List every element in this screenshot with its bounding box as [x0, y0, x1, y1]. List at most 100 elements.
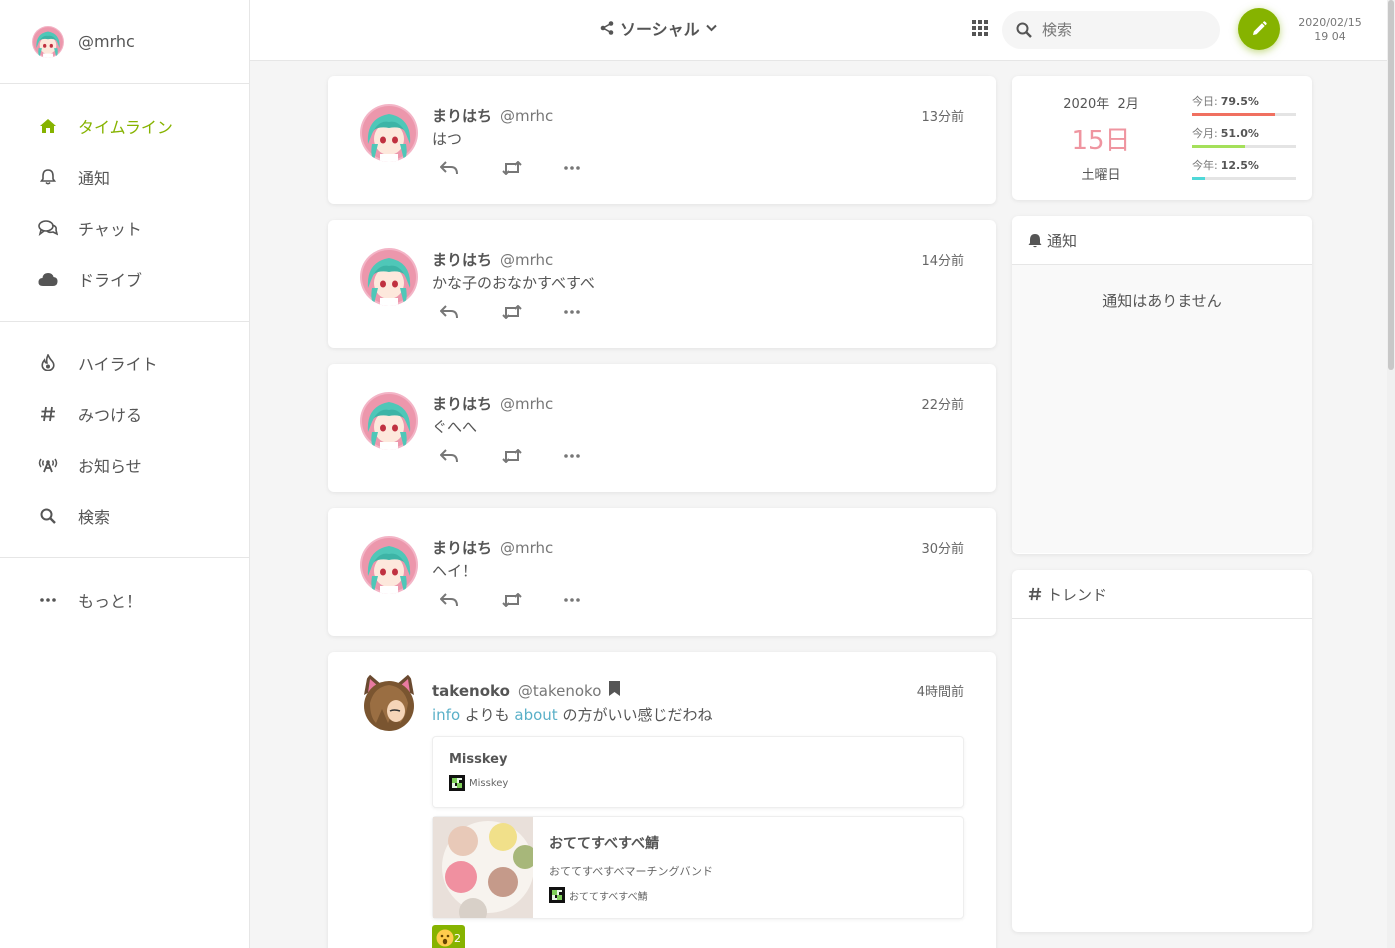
sidebar-item-timeline[interactable]: タイムライン [0, 100, 249, 151]
progress-value: 12.5% [1220, 159, 1259, 172]
search-icon [38, 506, 58, 526]
widget-title: トレンド [1047, 585, 1108, 604]
timeline-selector[interactable]: ソーシャル [600, 16, 717, 40]
note: まりはち @mrhc 14分前 かな子のおなかすべすべ [328, 220, 996, 348]
year-progress: 今年: 12.5% [1192, 157, 1296, 189]
reply-button[interactable] [432, 161, 494, 175]
note-author-name[interactable]: まりはち [432, 105, 492, 126]
note-author-name[interactable]: takenoko [432, 682, 510, 700]
note-author-handle[interactable]: @mrhc [500, 251, 553, 269]
renote-button[interactable] [494, 593, 556, 607]
note-timestamp[interactable]: 22分前 [921, 394, 964, 413]
sidebar-item-label: チャット [78, 219, 142, 239]
reply-icon [440, 305, 458, 319]
widget-title: 通知 [1047, 231, 1078, 250]
more-button[interactable] [556, 310, 618, 314]
reply-icon [440, 449, 458, 463]
post-button[interactable] [1238, 8, 1280, 50]
progress-track [1192, 145, 1296, 148]
note-timestamp[interactable]: 13分前 [921, 106, 964, 125]
hashtag-icon [1028, 587, 1042, 601]
note-timestamp[interactable]: 14分前 [921, 250, 964, 269]
note-author-name[interactable]: まりはち [432, 249, 492, 270]
reply-button[interactable] [432, 449, 494, 463]
preview-thumbnail [433, 817, 533, 918]
note-author-name[interactable]: まりはち [432, 537, 492, 558]
renote-button[interactable] [494, 161, 556, 175]
preview-description: おててすべすべマーチングバンド [549, 865, 714, 878]
sidebar-item-label: 通知 [78, 168, 111, 188]
sidebar-item-highlight[interactable]: ハイライト [0, 337, 249, 388]
preview-site-name: Misskey [469, 777, 509, 789]
reply-button[interactable] [432, 593, 494, 607]
nav-explore: ハイライト みつける お知らせ 検索 [0, 322, 249, 558]
sidebar-item-label: ハイライト [78, 354, 158, 374]
scrollbar-thumb[interactable] [1388, 0, 1394, 370]
search-bar[interactable] [1002, 11, 1220, 49]
chevron-down-icon [705, 24, 717, 32]
sidebar-item-chat[interactable]: チャット [0, 202, 249, 253]
note-author-handle[interactable]: @mrhc [500, 107, 553, 125]
apps-grid-icon[interactable] [972, 20, 988, 36]
sidebar-item-search[interactable]: 検索 [0, 490, 249, 541]
more-button[interactable] [556, 166, 618, 170]
note-author-name[interactable]: まりはち [432, 393, 492, 414]
note-actions [432, 297, 964, 327]
share-alt-icon [600, 21, 614, 35]
avatar[interactable] [360, 536, 418, 594]
progress-value: 51.0% [1220, 127, 1259, 140]
note-author-handle[interactable]: @takenoko [518, 682, 601, 700]
preview-site: Misskey [449, 775, 947, 791]
sidebar: @mrhc タイムライン 通知 チャット ドライブ ハイライト みつける お知ら… [0, 0, 250, 948]
sidebar-item-notifications[interactable]: 通知 [0, 151, 249, 202]
avatar[interactable] [360, 666, 418, 738]
avatar[interactable] [32, 26, 64, 58]
more-button[interactable] [556, 598, 618, 602]
retweet-icon [502, 593, 522, 607]
url-preview[interactable]: おててすべすべ鯖 おててすべすべマーチングバンド おててすべすべ鯖 [432, 816, 964, 919]
note-author-handle[interactable]: @mrhc [500, 395, 553, 413]
avatar[interactable] [360, 104, 418, 162]
reaction-count: 2 [454, 931, 461, 945]
reply-button[interactable] [432, 305, 494, 319]
renote-button[interactable] [494, 449, 556, 463]
sidebar-item-more[interactable]: もっと！ [0, 574, 249, 625]
note-timestamp[interactable]: 4時間前 [917, 681, 964, 700]
scrollbar[interactable] [1387, 0, 1395, 948]
clock: 2020/02/15 19 04 [1295, 16, 1365, 44]
sidebar-item-announcements[interactable]: お知らせ [0, 439, 249, 490]
note-timestamp[interactable]: 30分前 [921, 538, 964, 557]
note: まりはち @mrhc 13分前 はつ [328, 76, 996, 204]
more-button[interactable] [556, 454, 618, 458]
account-menu[interactable]: @mrhc [0, 0, 249, 84]
progress-track [1192, 113, 1296, 116]
note-text: ぐへへ [432, 418, 478, 436]
progress-bars: 今日: 79.5% 今月: 51.0% 今年: 12.5% [1192, 93, 1296, 189]
reply-icon [440, 161, 458, 175]
fire-icon [38, 353, 58, 373]
reaction-button[interactable]: 2 [432, 925, 465, 948]
avatar[interactable] [360, 392, 418, 450]
search-input[interactable] [1042, 21, 1202, 39]
progress-fill [1192, 177, 1205, 180]
note-text: はつ [432, 130, 463, 148]
note-author-handle[interactable]: @mrhc [500, 539, 553, 557]
hashtag-link[interactable]: info [432, 706, 460, 724]
sidebar-item-explore[interactable]: みつける [0, 388, 249, 439]
url-preview[interactable]: Misskey Misskey [432, 736, 964, 808]
search-icon [1016, 22, 1032, 38]
account-handle[interactable]: @mrhc [78, 32, 135, 51]
reply-icon [440, 593, 458, 607]
note-text: ヘイ！ [432, 562, 478, 580]
note-text: かな子のおなかすべすべ [432, 274, 595, 292]
progress-value: 79.5% [1220, 95, 1259, 108]
retweet-icon [502, 449, 522, 463]
renote-button[interactable] [494, 305, 556, 319]
hashtag-link[interactable]: about [514, 706, 557, 724]
cloud-icon [38, 269, 58, 289]
retweet-icon [502, 305, 522, 319]
sidebar-item-drive[interactable]: ドライブ [0, 253, 249, 304]
clock-time: 19 04 [1314, 30, 1346, 43]
widgets-column: 2020年 2月 15日 土曜日 今日: 79.5% 今月: 51.0% 今年: 12… [1012, 76, 1312, 948]
avatar[interactable] [360, 248, 418, 306]
